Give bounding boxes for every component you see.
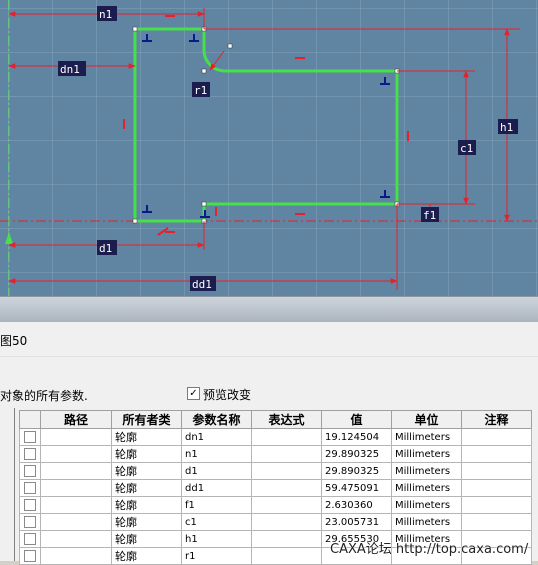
cell-value[interactable]: 19.124504 [321, 428, 392, 446]
column-header-3[interactable]: 参数名称 [181, 410, 252, 429]
table-row[interactable]: 轮廓 dn1 19.124504 Millimeters [19, 428, 532, 446]
cell-note[interactable] [461, 445, 532, 463]
cell-name: f1 [181, 496, 252, 514]
cell-unit: Millimeters [391, 462, 462, 480]
column-header-5[interactable]: 值 [321, 410, 392, 429]
dim-label-d1: d1 [99, 242, 112, 255]
column-header-0[interactable] [19, 410, 41, 429]
canvas-grid [0, 0, 538, 296]
dim-label-n1: n1 [99, 8, 112, 21]
sketch-canvas[interactable]: n1 dn1 r1 h1 c1 f1 d1 dd1 [0, 0, 538, 296]
table-row[interactable]: 轮廓 d1 29.890325 Millimeters [19, 462, 532, 480]
dim-label-dd1: dd1 [192, 278, 212, 291]
column-header-1[interactable]: 路径 [40, 410, 112, 429]
dim-label-dn1: dn1 [60, 63, 80, 76]
cell-path [40, 530, 112, 548]
cell-expr[interactable] [251, 496, 322, 514]
cell-note[interactable] [461, 462, 532, 480]
column-header-7[interactable]: 注释 [461, 410, 532, 429]
cell-path [40, 462, 112, 480]
cell-owner: 轮廓 [111, 428, 182, 446]
cell-value[interactable]: 23.005731 [321, 513, 392, 531]
cell-owner: 轮廓 [111, 479, 182, 497]
cell-owner: 轮廓 [111, 547, 182, 565]
table-row[interactable]: 轮廓 dd1 59.475091 Millimeters [19, 479, 532, 497]
dim-label-h1: h1 [500, 121, 513, 134]
preview-checkbox-label[interactable]: 预览改变 [203, 386, 251, 403]
cell-path [40, 479, 112, 497]
cell-path [40, 445, 112, 463]
cell-expr[interactable] [251, 547, 322, 565]
cell-name: dd1 [181, 479, 252, 497]
panel-title: 图50 [0, 334, 28, 348]
cell-name: dn1 [181, 428, 252, 446]
cell-name: c1 [181, 513, 252, 531]
cell-unit: Millimeters [391, 513, 462, 531]
cell-unit: Millimeters [391, 496, 462, 514]
row-select-checkbox[interactable] [19, 479, 41, 497]
column-header-4[interactable]: 表达式 [251, 410, 322, 429]
table-header-row: 路径 所有者类 参数名称 表达式值单位 注释 [19, 410, 532, 429]
row-select-checkbox[interactable] [19, 513, 41, 531]
cell-name: n1 [181, 445, 252, 463]
panel-header: 图50 [0, 322, 538, 357]
dim-label-c1: c1 [460, 142, 473, 155]
cell-path [40, 547, 112, 565]
cell-expr[interactable] [251, 445, 322, 463]
cell-note[interactable] [461, 479, 532, 497]
row-select-checkbox[interactable] [19, 530, 41, 548]
row-select-checkbox[interactable] [19, 547, 41, 565]
cell-value[interactable]: 2.630360 [321, 496, 392, 514]
cell-expr[interactable] [251, 479, 322, 497]
cell-path [40, 496, 112, 514]
dim-label-f1: f1 [423, 209, 436, 222]
cell-unit: Millimeters [391, 428, 462, 446]
options-row: 对象的所有参数. ✓ 预览改变 [0, 378, 538, 403]
cell-owner: 轮廓 [111, 513, 182, 531]
cell-path [40, 513, 112, 531]
cell-name: r1 [181, 547, 252, 565]
forum-watermark: CAXA论坛 http://top.caxa.com/ [330, 542, 529, 557]
cell-expr[interactable] [251, 513, 322, 531]
parameter-panel: 图50 对象的所有参数. ✓ 预览改变 路径 所有者类 参数名称 表达式值单位 注释 轮… [0, 322, 538, 565]
row-select-checkbox[interactable] [19, 428, 41, 446]
cell-value[interactable]: 59.475091 [321, 479, 392, 497]
panel-splitter[interactable] [0, 296, 538, 323]
cell-expr[interactable] [251, 462, 322, 480]
cell-owner: 轮廓 [111, 496, 182, 514]
cell-expr[interactable] [251, 428, 322, 446]
preview-checkbox[interactable]: ✓ [187, 387, 200, 400]
cell-unit: Millimeters [391, 479, 462, 497]
dim-label-r1: r1 [194, 84, 207, 97]
cell-owner: 轮廓 [111, 445, 182, 463]
table-row[interactable]: 轮廓 f1 2.630360 Millimeters [19, 496, 532, 514]
row-select-checkbox[interactable] [19, 445, 41, 463]
cell-name: d1 [181, 462, 252, 480]
cell-note[interactable] [461, 428, 532, 446]
cell-note[interactable] [461, 496, 532, 514]
cell-name: h1 [181, 530, 252, 548]
table-row[interactable]: 轮廓 n1 29.890325 Millimeters [19, 445, 532, 463]
row-select-checkbox[interactable] [19, 462, 41, 480]
cell-path [40, 428, 112, 446]
table-row[interactable]: 轮廓 c1 23.005731 Millimeters [19, 513, 532, 531]
column-header-2[interactable]: 所有者类 [111, 410, 182, 429]
cell-value[interactable]: 29.890325 [321, 462, 392, 480]
cell-owner: 轮廓 [111, 530, 182, 548]
cell-unit: Millimeters [391, 445, 462, 463]
row-select-checkbox[interactable] [19, 496, 41, 514]
column-header-6[interactable]: 单位 [391, 410, 462, 429]
cell-value[interactable]: 29.890325 [321, 445, 392, 463]
panel-description: 对象的所有参数. [0, 389, 88, 403]
cell-owner: 轮廓 [111, 462, 182, 480]
cell-note[interactable] [461, 513, 532, 531]
cell-expr[interactable] [251, 530, 322, 548]
